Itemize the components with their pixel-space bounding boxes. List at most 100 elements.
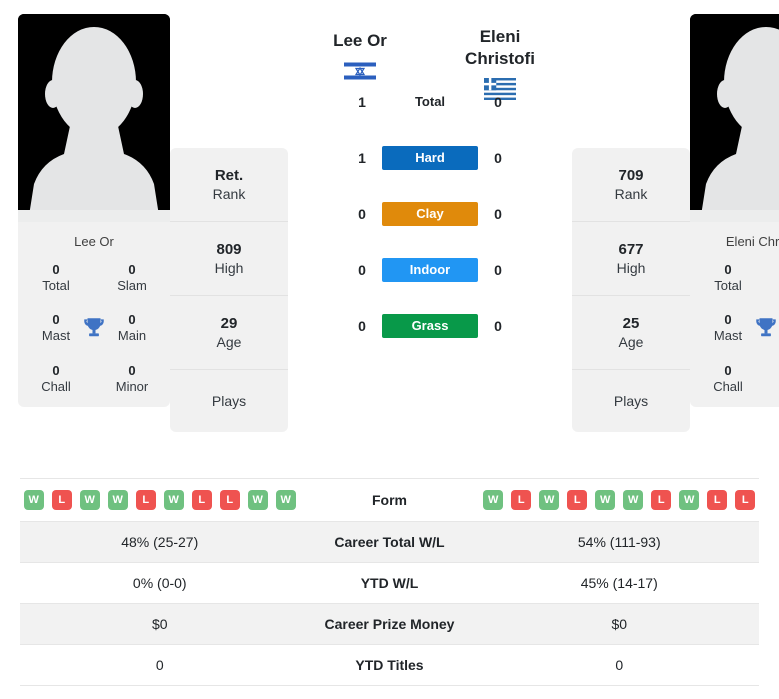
right-plays-label: Plays [613,392,649,409]
form-badge-l: L [135,490,156,510]
right-titles-chall-label: Chall [713,378,743,394]
h2h-hard-right: 0 [494,149,502,166]
left-titles-grid: 0 Total 0 Slam 0 Mast 0 Main 0 Chall 0 M… [18,262,170,396]
h2h-indoor-right: 0 [494,261,502,278]
form-badge-w: W [23,490,44,510]
h2h-hard-left: 1 [358,149,366,166]
left-trophy-icon [79,313,109,343]
left-form-badges: WLWWLWLLWW [23,490,296,510]
left-titles-slam: 0 Slam [94,262,170,295]
right-high-cell: 677 High [572,222,690,296]
left-titles-minor: 0 Minor [94,363,170,396]
form-badge-w: W [275,490,296,510]
right-rank-column: 709 Rank 677 High 25 Age Plays [572,148,690,432]
form-badge-l: L [735,490,756,510]
right-age-value: 25 [622,314,640,332]
h2h-clay-badge[interactable]: Clay [382,201,478,226]
right-titles-chall-value: 0 [724,362,732,378]
form-badge-l: L [511,490,532,510]
right-titles-total-label: Total [714,277,742,293]
table-row-ytd-titles: 0 YTD Titles 0 [20,645,759,686]
right-plays-cell: Plays [572,370,690,432]
left-titles-slam-label: Slam [117,277,147,293]
form-badge-l: L [707,490,728,510]
left-age-cell: 29 Age [170,296,288,370]
right-form-cell: WLWLWWLWLL [480,490,760,510]
left-rank-card: Ret. Rank 809 High 29 Age Plays [170,148,288,432]
left-player-name: Lee Or [333,31,387,50]
h2h-row-total: 1 Total 0 [288,74,572,130]
trophy-icon [756,318,776,337]
h2h-row-hard: 1 Hard 0 [288,130,572,186]
right-titles-total-value: 0 [724,261,732,277]
form-badge-w: W [679,490,700,510]
left-plays-label: Plays [211,392,247,409]
h2h-total-right: 0 [494,93,502,110]
right-titles-chall: 0 Chall [690,363,766,396]
right-player-name-line1: Eleni [479,27,521,46]
head-to-head-column: Lee Or Eleni Christofi 1 Total 0 1 Hard … [288,14,572,354]
right-player-name-line2: Christofi [465,48,535,68]
h2h-clay-right: 0 [494,205,502,222]
right-titles-grid: 0 Total 0 Slam 0 Mast 0 Main [690,262,779,396]
right-player-photo [690,14,779,222]
left-titles-slam-value: 0 [128,261,136,277]
left-form-cell: WLWWLWLLWW [20,490,300,510]
h2h-grass-right: 0 [494,317,502,334]
form-badge-l: L [651,490,672,510]
right-career-prize-money: $0 [611,616,628,632]
left-career-prize-money: $0 [151,616,168,632]
right-ytd-wl: 45% (14-17) [580,575,658,591]
right-player-name: Eleni Christofi [430,14,570,70]
left-titles-card: Lee Or 0 Total 0 Slam 0 Mast 0 Main 0 Ch… [18,222,170,408]
form-badge-w: W [247,490,268,510]
row-label-ytd-wl: YTD W/L [360,575,419,591]
player-silhouette-icon [18,14,170,222]
h2h-total-left: 1 [358,93,366,110]
left-ytd-titles: 0 [155,657,164,673]
left-titles-player-name: Lee Or [74,234,114,249]
table-row-form: WLWWLWLLWW Form WLWLWWLWLL [20,479,759,522]
h2h-clay-left: 0 [358,205,366,222]
row-label-ytd-titles: YTD Titles [355,657,424,673]
right-titles-card: Eleni Christofi 0 Total 0 Slam 0 Mast [690,222,779,408]
h2h-hard-badge[interactable]: Hard [382,145,478,170]
h2h-total-label: Total [414,94,446,109]
comparison-header: Lee Or 0 Total 0 Slam 0 Mast 0 Main 0 Ch… [0,0,779,470]
h2h-indoor-badge[interactable]: Indoor [382,257,478,282]
form-badge-w: W [623,490,644,510]
left-titles-minor-label: Minor [115,378,149,394]
form-badge-w: W [79,490,100,510]
left-player-photo [18,14,170,222]
right-titles-minor-value: 0 [766,363,779,379]
left-titles-total-label: Total [42,277,70,293]
right-player-column: Eleni Christofi 0 Total 0 Slam 0 Mast [690,14,779,408]
stats-table: WLWWLWLLWW Form WLWLWWLWLL 48% (25-27) C… [20,478,759,686]
right-titles-slam-value: 0 [766,262,779,278]
left-player-column: Lee Or 0 Total 0 Slam 0 Mast 0 Main 0 Ch… [18,14,170,408]
h2h-row-indoor: 0 Indoor 0 [288,242,572,298]
form-badge-w: W [107,490,128,510]
form-badge-w: W [539,490,560,510]
form-badge-w: W [595,490,616,510]
h2h-grass-badge[interactable]: Grass [382,313,478,338]
right-high-value: 677 [618,240,644,258]
row-label-form: Form [372,492,407,508]
right-titles-slam-label: Slam [766,278,779,294]
player-silhouette-icon [690,14,779,222]
form-badge-l: L [219,490,240,510]
right-titles-total: 0 Total [690,262,766,295]
form-badge-w: W [483,490,504,510]
left-age-value: 29 [220,314,238,332]
h2h-grass-left: 0 [358,317,366,334]
form-badge-l: L [567,490,588,510]
table-row-career-total-wl: 48% (25-27) Career Total W/L 54% (111-93… [20,522,759,563]
row-label-career-total-wl: Career Total W/L [334,534,445,550]
player-comparison-page: Lee Or 0 Total 0 Slam 0 Mast 0 Main 0 Ch… [0,0,779,699]
right-titles-minor: 0 Minor [766,363,779,396]
row-label-career-prize-money: Career Prize Money [324,616,455,632]
right-rank-value: 709 [618,166,644,184]
left-titles-chall: 0 Chall [18,363,94,396]
left-titles-chall-value: 0 [52,362,60,378]
trophy-icon [84,318,104,337]
